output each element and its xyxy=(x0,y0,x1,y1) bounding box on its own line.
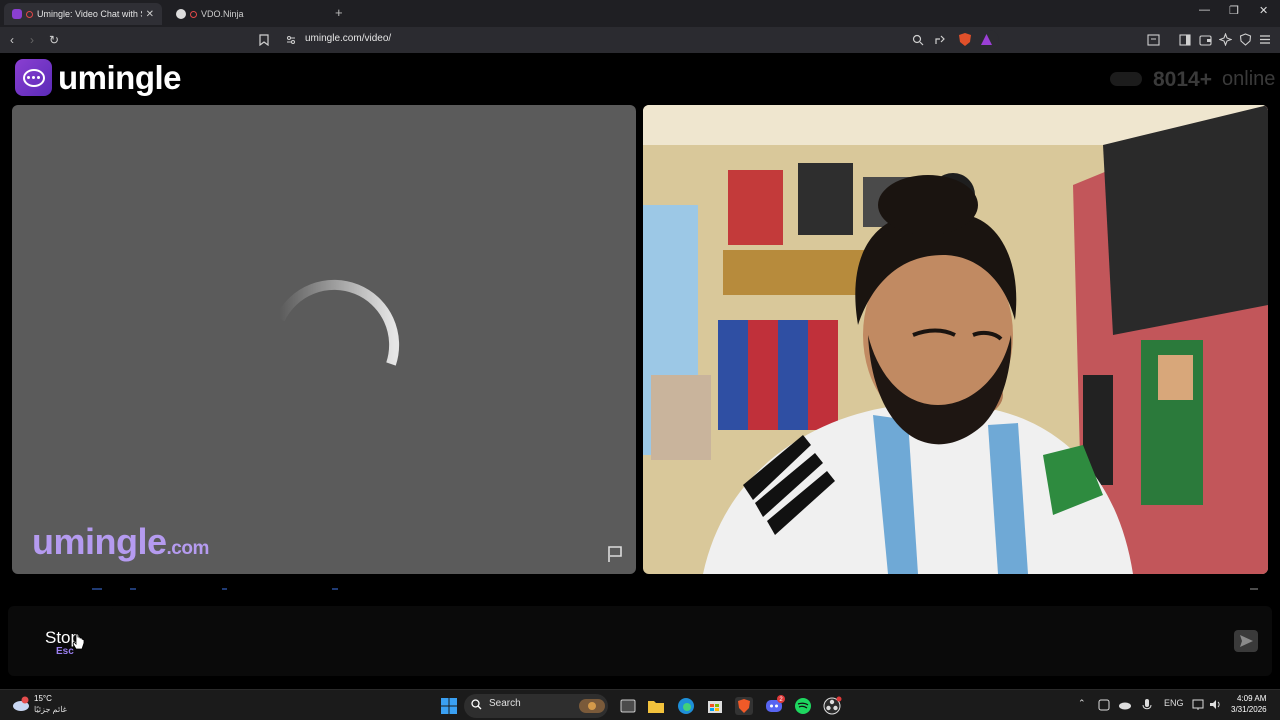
send-arrow-icon xyxy=(1240,635,1253,647)
clock-date[interactable]: 3/31/2026 xyxy=(1231,705,1267,714)
umingle-page: umingle 8014+ online umingle.com Stop Es… xyxy=(0,53,1280,689)
weather-description[interactable]: غائم جزئيًا xyxy=(34,705,67,714)
browser-toolbar: ‹ › ↻ xyxy=(0,27,1280,53)
umingle-watermark: umingle.com xyxy=(32,521,209,563)
search-highlight-icon[interactable] xyxy=(578,697,606,715)
new-tab-button[interactable]: + xyxy=(335,5,343,20)
windows-taskbar: 15°C غائم جزئيًا Search 2 ⌃ ENG 4:09 AM … xyxy=(0,689,1280,720)
weather-temperature[interactable]: 15°C xyxy=(34,694,52,703)
recording-icon xyxy=(190,10,197,18)
recording-icon xyxy=(26,10,33,18)
tab-umingle[interactable]: Umingle: Video Chat with Str ✕ xyxy=(4,3,162,25)
task-view-icon[interactable] xyxy=(617,695,639,717)
wallet-icon[interactable] xyxy=(1199,34,1212,46)
stranger-video-pane: umingle.com xyxy=(12,105,636,574)
mouse-cursor-icon xyxy=(72,633,85,650)
chat-log-divider xyxy=(92,588,1258,590)
vpn-shield-icon[interactable] xyxy=(1239,33,1252,46)
spotify-icon[interactable] xyxy=(792,695,814,717)
microphone-icon[interactable] xyxy=(1142,698,1152,712)
watermark-main: umingle xyxy=(32,521,167,562)
language-indicator[interactable]: ENG xyxy=(1164,698,1184,708)
brave-rewards-icon[interactable] xyxy=(980,33,993,46)
online-label: online xyxy=(1222,68,1276,90)
share-icon[interactable] xyxy=(934,34,946,46)
back-icon[interactable]: ‹ xyxy=(10,33,14,47)
url-text[interactable]: umingle.com/video/ xyxy=(305,33,391,44)
file-explorer-icon[interactable] xyxy=(645,695,667,717)
site-settings-icon[interactable] xyxy=(286,35,296,45)
umingle-favicon-icon xyxy=(12,9,22,19)
online-toggle[interactable] xyxy=(1110,72,1142,86)
reload-icon[interactable]: ↻ xyxy=(49,33,59,47)
search-icon xyxy=(471,699,482,710)
discord-icon[interactable]: 2 xyxy=(763,695,785,717)
watermark-suffix: .com xyxy=(166,538,210,559)
network-icon[interactable] xyxy=(1192,698,1204,711)
brave-shields-icon[interactable] xyxy=(958,32,972,47)
obs-icon[interactable] xyxy=(821,695,843,717)
brave-browser-icon[interactable] xyxy=(733,695,755,717)
tab-title: VDO.Ninja xyxy=(201,9,244,19)
report-flag-icon[interactable] xyxy=(606,545,624,563)
tab-close-icon[interactable]: ✕ xyxy=(146,9,154,20)
taskbar-search-label[interactable]: Search xyxy=(489,698,521,709)
windows-start-icon[interactable] xyxy=(438,695,460,717)
sidebar-icon[interactable] xyxy=(1179,34,1191,46)
chat-message-input[interactable] xyxy=(122,608,1266,674)
clock-time[interactable]: 4:09 AM xyxy=(1237,694,1266,703)
weather-cloud-icon[interactable] xyxy=(12,696,30,712)
umingle-logo-text[interactable]: umingle xyxy=(58,59,182,97)
reader-mode-icon[interactable] xyxy=(1147,34,1160,46)
webcam-feed-image xyxy=(643,105,1268,574)
self-camera-video xyxy=(643,105,1268,574)
tab-vdo-ninja[interactable]: VDO.Ninja xyxy=(168,3,328,25)
tray-chevron-icon[interactable]: ⌃ xyxy=(1078,698,1086,709)
microsoft-store-icon[interactable] xyxy=(704,695,726,717)
volume-icon[interactable] xyxy=(1209,698,1221,711)
tab-strip: Umingle: Video Chat with Str ✕ VDO.Ninja… xyxy=(0,0,1280,27)
menu-icon[interactable] xyxy=(1259,34,1271,45)
vdo-ninja-favicon-icon xyxy=(176,9,186,19)
close-window-icon[interactable]: ✕ xyxy=(1259,4,1268,17)
online-count: 8014+ xyxy=(1153,68,1212,91)
tab-title: Umingle: Video Chat with Str xyxy=(37,9,142,19)
tray-app-icon[interactable] xyxy=(1098,699,1110,711)
loading-spinner-icon xyxy=(280,279,400,366)
umingle-logo-icon[interactable] xyxy=(15,59,52,96)
zoom-icon[interactable] xyxy=(912,34,924,46)
edge-browser-icon[interactable] xyxy=(675,695,697,717)
forward-icon[interactable]: › xyxy=(30,33,34,47)
bookmark-icon[interactable] xyxy=(259,34,269,46)
leo-ai-icon[interactable] xyxy=(1219,33,1232,46)
onedrive-icon[interactable] xyxy=(1118,699,1131,711)
restore-icon[interactable]: ❐ xyxy=(1229,4,1239,17)
send-button[interactable] xyxy=(1234,630,1258,652)
minimize-icon[interactable]: — xyxy=(1199,4,1210,16)
